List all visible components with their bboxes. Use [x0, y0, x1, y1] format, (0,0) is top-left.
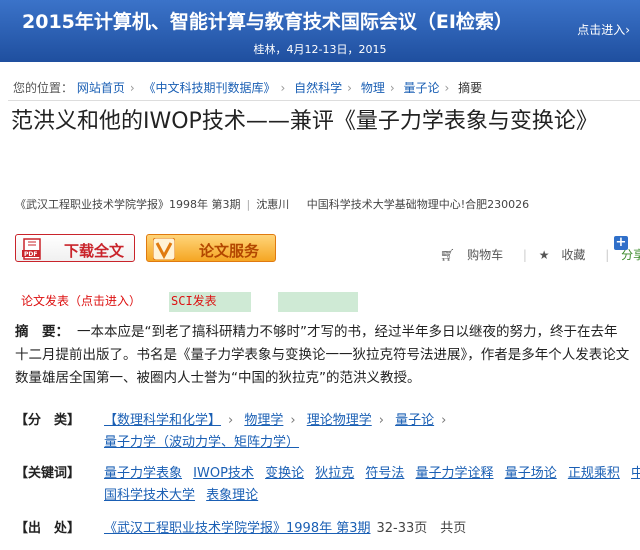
- download-fulltext-button[interactable]: PDF 下载全文: [15, 234, 135, 262]
- class-link[interactable]: 理论物理学: [307, 413, 372, 428]
- favorite-link[interactable]: ★ 收藏: [539, 248, 594, 262]
- abstract-label: 摘 要：: [15, 324, 69, 340]
- breadcrumb-separator: ›: [444, 81, 450, 95]
- abstract: 摘 要： 一本本应是“到老了搞科研精力不够时”才写的书，经过半年多日以继夜的努力，…: [15, 321, 630, 390]
- breadcrumb-home[interactable]: 网站首页: [77, 81, 125, 95]
- divider: |: [605, 248, 610, 262]
- arrow-icon: ›: [441, 413, 447, 428]
- origin-values: 《武汉工程职业技术学院学报》1998年 第3期 32-33页 共页: [104, 518, 640, 540]
- class-link[interactable]: 【数理科学和化学】: [104, 413, 221, 428]
- service-label: 论文服务: [199, 242, 260, 260]
- article-tools: 🛒︎ 购物车 | ★ 收藏 | 分享: [440, 246, 640, 263]
- keyword-link[interactable]: 量子力学诠释: [416, 466, 494, 481]
- sci-publish-ad-link[interactable]: SCI发表: [169, 292, 251, 312]
- arrow-icon: ›: [290, 413, 296, 428]
- cart-label: 购物车: [467, 248, 504, 262]
- svg-text:PDF: PDF: [24, 251, 37, 258]
- keyword-link[interactable]: 表象理论: [206, 488, 258, 503]
- breadcrumb-prefix: 您的位置：: [13, 81, 74, 95]
- keywords-values: 量子力学表象 IWOP技术 变换论 狄拉克 符号法 量子力学诠释 量子场论 正规…: [104, 463, 640, 507]
- affiliation: 中国科学技术大学基础物理中心!合肥230026: [306, 198, 530, 211]
- origin-pages: 32-33页 共页: [376, 521, 467, 536]
- banner-subtitle: 桂林，4月12-13日，2015: [253, 43, 387, 56]
- share-link[interactable]: 分享: [621, 248, 640, 262]
- origin-journal-link[interactable]: 《武汉工程职业技术学院学报》1998年 第3期: [104, 521, 371, 536]
- favorite-label: 收藏: [561, 248, 586, 262]
- keyword-link[interactable]: 正规乘积: [568, 466, 620, 481]
- keyword-link[interactable]: 变换论: [265, 466, 304, 481]
- divider: |: [522, 248, 527, 262]
- download-label: 下载全文: [64, 242, 125, 260]
- class-link[interactable]: 量子论: [395, 413, 434, 428]
- divider: |: [246, 198, 251, 211]
- article-source: 《武汉工程职业技术学院学报》1998年 第3期 | 沈惠川 中国科学技术大学基础物理…: [15, 196, 529, 212]
- arrow-icon: ›: [378, 413, 384, 428]
- paper-publish-ad-link[interactable]: 论文发表（点击进入）: [21, 292, 141, 309]
- conference-banner[interactable]: 2015年计算机、智能计算与教育技术国际会议（EI检索） 桂林，4月12-13日…: [0, 0, 640, 62]
- breadcrumb: 您的位置： 网站首页 › 《中文科技期刊数据库》 › 自然科学 › 物理 › 量子论 › …: [13, 79, 482, 96]
- breadcrumb-database[interactable]: 《中文科技期刊数据库》: [144, 81, 276, 95]
- breadcrumb-divider: [8, 100, 640, 101]
- keyword-link[interactable]: 量子力学表象: [104, 466, 182, 481]
- cart-link[interactable]: 🛒︎ 购物车: [440, 248, 511, 262]
- keyword-link[interactable]: 量子场论: [505, 466, 557, 481]
- breadcrumb-separator: ›: [129, 81, 135, 95]
- breadcrumb-quantum-theory[interactable]: 量子论: [403, 81, 439, 95]
- origin-label: 【出 处】: [15, 521, 81, 536]
- banner-title: 2015年计算机、智能计算与教育技术国际会议（EI检索）: [22, 11, 513, 33]
- abstract-text: 一本本应是“到老了搞科研精力不够时”才写的书，经过半年多日以继夜的努力，终于在去…: [15, 324, 630, 386]
- classification-label: 【分 类】: [15, 413, 81, 428]
- arrow-icon: ›: [228, 413, 234, 428]
- breadcrumb-current: 摘要: [458, 81, 483, 95]
- class-link[interactable]: 量子力学（波动力学、矩阵力学）: [104, 435, 299, 450]
- paper-service-button[interactable]: 论文服务: [146, 234, 276, 262]
- star-icon: ★: [538, 248, 550, 262]
- breadcrumb-natural-science[interactable]: 自然科学: [294, 81, 342, 95]
- green-ad-placeholder[interactable]: [278, 292, 358, 312]
- keyword-link[interactable]: IWOP技术: [193, 466, 254, 481]
- breadcrumb-separator: ›: [347, 81, 352, 95]
- keyword-link[interactable]: 狄拉克: [315, 466, 354, 481]
- keyword-link[interactable]: 符号法: [365, 466, 404, 481]
- plus-share-icon[interactable]: +: [614, 236, 628, 250]
- banner-enter-link[interactable]: 点击进入›: [577, 21, 630, 38]
- class-link[interactable]: 物理学: [244, 413, 283, 428]
- journal-issue: 《武汉工程职业技术学院学报》1998年 第3期: [15, 198, 241, 211]
- classification-values: 【数理科学和化学】 › 物理学 › 理论物理学 › 量子论 › 量子力学（波动力学、矩阵…: [104, 410, 640, 454]
- article-title: 范洪义和他的IWOP技术——兼评《量子力学表象与变换论》: [11, 109, 598, 134]
- breadcrumb-separator: ›: [389, 81, 395, 95]
- keywords-label: 【关键词】: [15, 466, 81, 481]
- service-v-icon: [153, 238, 175, 260]
- pdf-icon: PDF: [22, 238, 41, 260]
- cart-icon: 🛒︎: [440, 248, 456, 262]
- breadcrumb-separator: ›: [280, 81, 286, 95]
- author: 沈惠川: [256, 198, 290, 211]
- breadcrumb-physics[interactable]: 物理: [361, 81, 385, 95]
